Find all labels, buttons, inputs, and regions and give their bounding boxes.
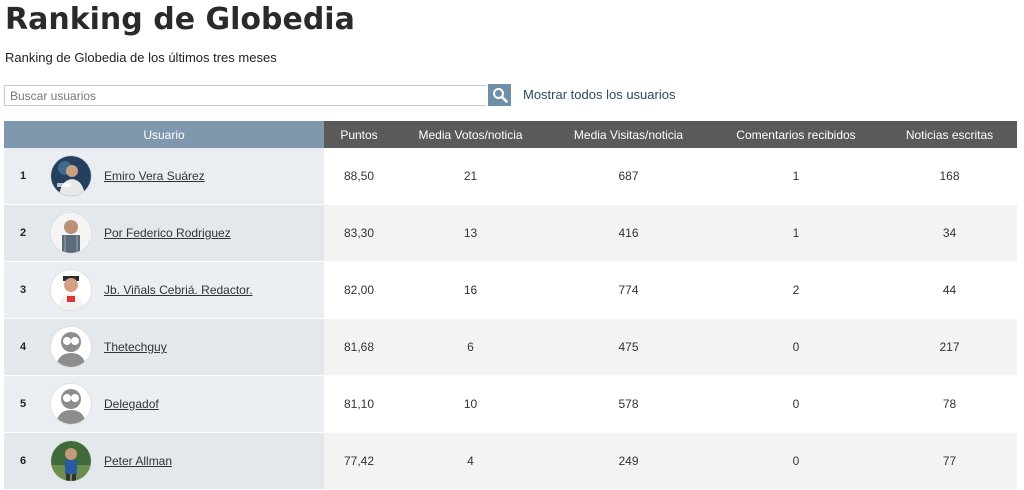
rank-number: 2 [20, 227, 27, 239]
default-avatar-icon [51, 327, 91, 367]
news-cell: 168 [882, 148, 1017, 205]
avg-visits-cell: 578 [547, 375, 710, 433]
table-row: 1 Emiro Vera Suárez 88,50 21 687 1 168 [4, 148, 1017, 205]
header-user[interactable]: Usuario [4, 121, 324, 148]
comments-cell: 0 [710, 375, 882, 433]
default-avatar-icon [51, 384, 91, 424]
avatar[interactable] [51, 213, 91, 253]
page-subtitle: Ranking de Globedia de los últimos tres … [5, 50, 277, 65]
header-news[interactable]: Noticias escritas [882, 121, 1017, 148]
table-row: 3 Jb. Viñals Cebriá. Redactor. 82,00 16 [4, 261, 1017, 319]
ranking-table: Usuario Puntos Media Votos/noticia Media… [4, 121, 1017, 490]
table-row: 2 Por Federico Rodriguez 83,30 13 416 1 … [4, 204, 1017, 262]
table-header-row: Usuario Puntos Media Votos/noticia Media… [4, 121, 1017, 148]
avg-votes-cell: 16 [394, 261, 547, 319]
header-avg-visits[interactable]: Media Visitas/noticia [547, 121, 710, 148]
avg-visits-cell: 687 [547, 148, 710, 205]
points-cell: 81,10 [324, 375, 394, 433]
points-cell: 83,30 [324, 204, 394, 262]
username-link[interactable]: Delegadof [104, 397, 159, 411]
comments-cell: 1 [710, 148, 882, 205]
news-cell: 44 [882, 261, 1017, 319]
user-cell: 2 Por Federico Rodriguez [4, 204, 324, 262]
news-cell: 34 [882, 204, 1017, 262]
header-avg-votes[interactable]: Media Votos/noticia [394, 121, 547, 148]
search-input[interactable] [4, 85, 486, 106]
table-row: 6 Peter Allman 77,42 4 249 0 77 [4, 432, 1017, 490]
avg-votes-cell: 10 [394, 375, 547, 433]
news-cell: 78 [882, 375, 1017, 433]
user-photo-icon [51, 213, 91, 253]
avg-votes-cell: 6 [394, 318, 547, 376]
avg-visits-cell: 416 [547, 204, 710, 262]
comments-cell: 0 [710, 432, 882, 490]
rank-number: 4 [20, 341, 27, 353]
header-comments[interactable]: Comentarios recibidos [710, 121, 882, 148]
username-link[interactable]: Jb. Viñals Cebriá. Redactor. [104, 283, 253, 297]
points-cell: 77,42 [324, 432, 394, 490]
user-cell: 3 Jb. Viñals Cebriá. Redactor. [4, 261, 324, 319]
points-cell: 81,68 [324, 318, 394, 376]
points-cell: 82,00 [324, 261, 394, 319]
user-photo-icon [51, 441, 91, 481]
user-cell: 6 Peter Allman [4, 432, 324, 490]
avg-visits-cell: 249 [547, 432, 710, 490]
rank-number: 6 [20, 455, 27, 467]
rank-number: 5 [20, 398, 27, 410]
search-icon [488, 87, 511, 103]
avatar[interactable] [51, 270, 91, 310]
username-link[interactable]: Por Federico Rodriguez [104, 226, 231, 240]
user-photo-icon [51, 156, 91, 196]
comments-cell: 0 [710, 318, 882, 376]
username-link[interactable]: Thetechguy [104, 340, 167, 354]
avatar[interactable] [51, 327, 91, 367]
user-photo-icon [51, 270, 91, 310]
rank-number: 3 [20, 284, 27, 296]
avatar[interactable] [51, 156, 91, 196]
page-title: Ranking de Globedia [5, 2, 355, 37]
rank-number: 1 [20, 170, 27, 182]
avg-votes-cell: 21 [394, 148, 547, 205]
username-link[interactable]: Emiro Vera Suárez [104, 169, 205, 183]
username-link[interactable]: Peter Allman [104, 454, 172, 468]
avatar[interactable] [51, 441, 91, 481]
avatar[interactable] [51, 384, 91, 424]
show-all-users-link[interactable]: Mostrar todos los usuarios [523, 87, 675, 102]
avg-visits-cell: 475 [547, 318, 710, 376]
table-row: 4 Thetechguy 81,68 6 475 0 217 [4, 318, 1017, 376]
points-cell: 88,50 [324, 148, 394, 205]
news-cell: 77 [882, 432, 1017, 490]
avg-votes-cell: 13 [394, 204, 547, 262]
user-cell: 1 Emiro Vera Suárez [4, 148, 324, 205]
user-cell: 5 Delegadof [4, 375, 324, 433]
avg-visits-cell: 774 [547, 261, 710, 319]
comments-cell: 2 [710, 261, 882, 319]
comments-cell: 1 [710, 204, 882, 262]
user-cell: 4 Thetechguy [4, 318, 324, 376]
header-points[interactable]: Puntos [324, 121, 394, 148]
search-button[interactable] [488, 84, 511, 106]
avg-votes-cell: 4 [394, 432, 547, 490]
news-cell: 217 [882, 318, 1017, 376]
table-row: 5 Delegadof 81,10 10 578 0 78 [4, 375, 1017, 433]
